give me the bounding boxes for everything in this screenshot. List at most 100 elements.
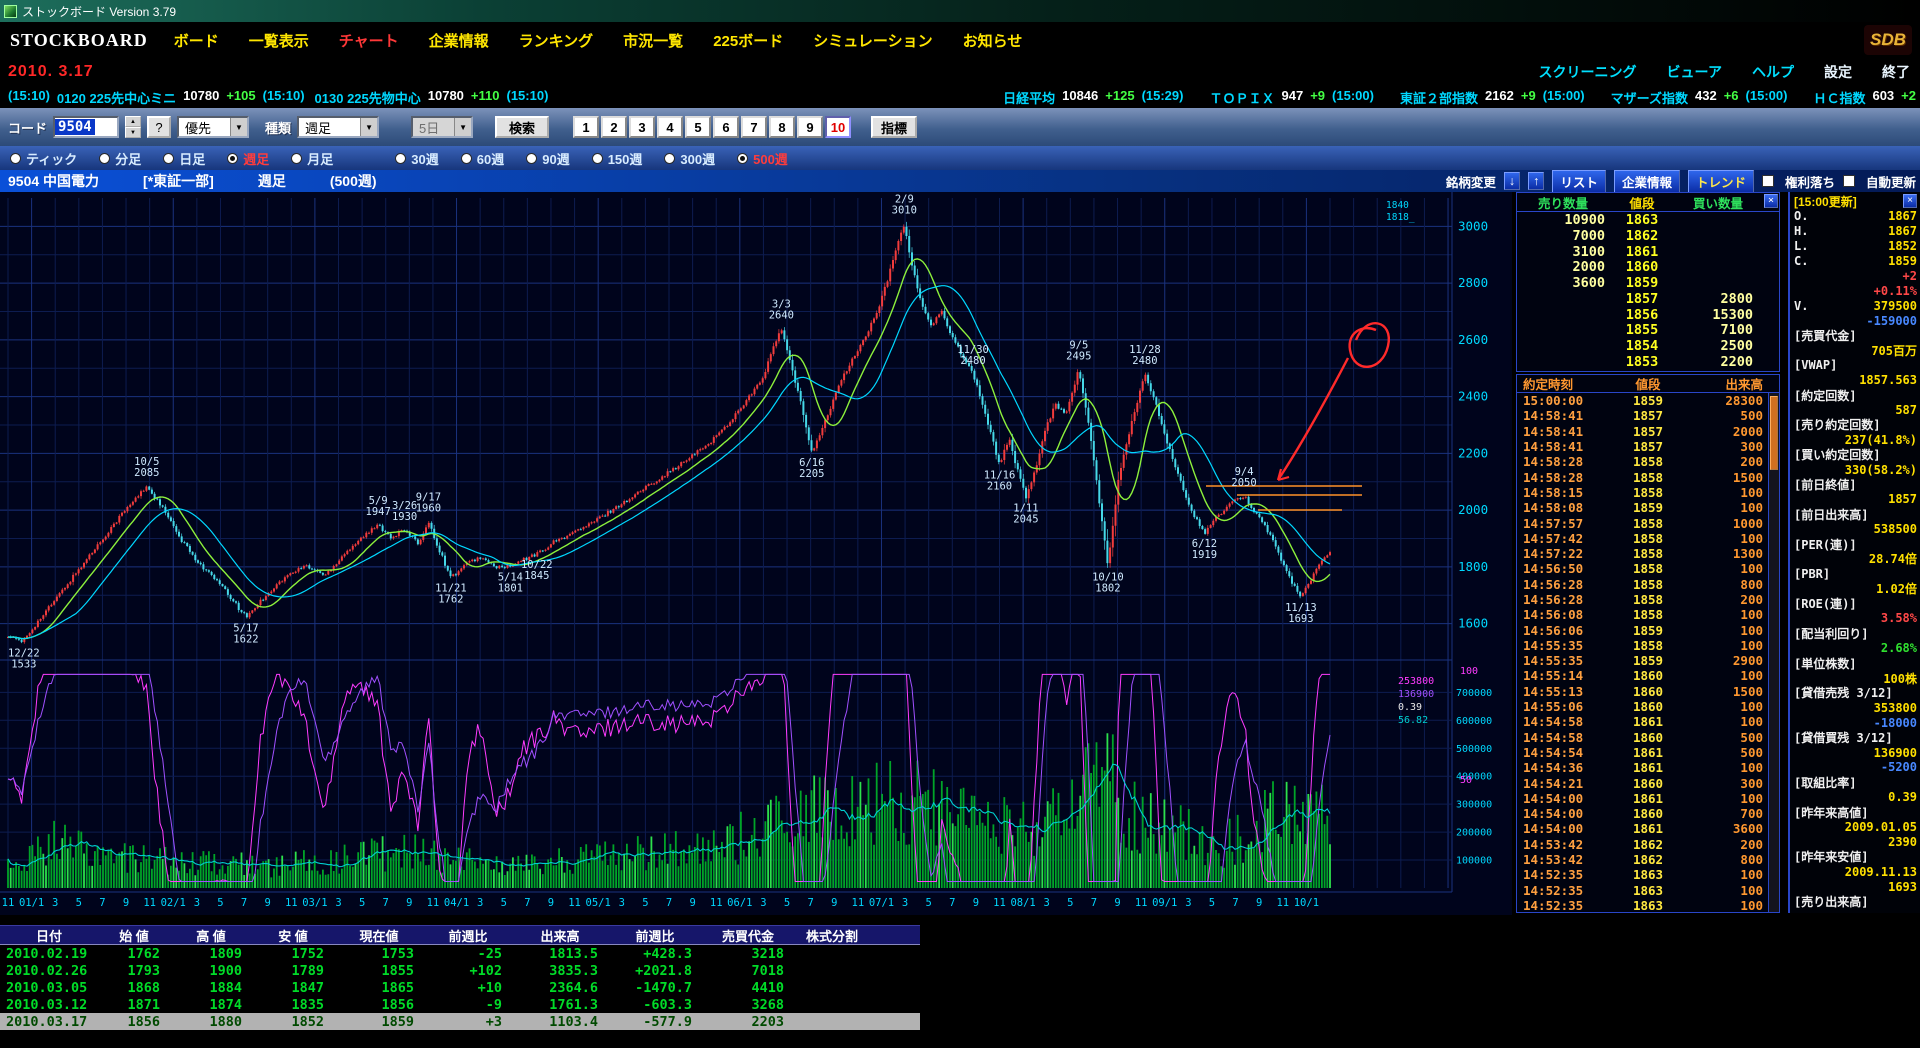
- info-value: 587: [1895, 403, 1917, 417]
- menu-item-225ボード[interactable]: 225ボード: [713, 30, 783, 51]
- table-row[interactable]: 2010.03.171856188018521859+31103.4-577.9…: [0, 1013, 920, 1030]
- link-スクリーニング[interactable]: スクリーニング: [1539, 62, 1637, 82]
- ask-row[interactable]: 36001859: [1517, 275, 1779, 291]
- svg-text:3010: 3010: [892, 205, 917, 217]
- period-option-月足[interactable]: 月足: [291, 149, 333, 168]
- info-label: [VWAP]: [1794, 358, 1837, 372]
- svg-text:10/1: 10/1: [1294, 897, 1319, 909]
- page-button-8[interactable]: 8: [769, 116, 795, 138]
- close-icon[interactable]: ×: [1764, 194, 1778, 208]
- period-option-60週[interactable]: 60週: [461, 149, 504, 168]
- table-row[interactable]: 2010.03.051868188418471865+102364.6-1470…: [0, 979, 920, 996]
- table-row[interactable]: 2010.02.191762180917521753-251813.5+428.…: [0, 945, 920, 962]
- trade-volume: 2900: [1683, 653, 1763, 668]
- period-option-150週[interactable]: 150週: [592, 149, 643, 168]
- svg-text:2480: 2480: [960, 355, 985, 367]
- close-icon[interactable]: ×: [1903, 194, 1917, 208]
- table-row[interactable]: 2010.03.121871187418351856-91761.3-603.3…: [0, 996, 920, 1013]
- period-option-300週[interactable]: 300週: [664, 149, 715, 168]
- link-ビューア[interactable]: ビューア: [1667, 62, 1722, 82]
- time-sales-scrollbar[interactable]: [1768, 393, 1779, 912]
- scrollbar-thumb[interactable]: [1770, 396, 1778, 470]
- order-book-rows: 1090018637000186231001861200018603600185…: [1517, 212, 1779, 370]
- ask-row[interactable]: 109001863: [1517, 212, 1779, 228]
- period-option-週足[interactable]: 週足: [227, 149, 269, 168]
- period-option-ティック[interactable]: ティック: [10, 149, 77, 168]
- svg-text:11: 11: [852, 897, 865, 909]
- ask-quantity: 3100: [1517, 244, 1609, 260]
- trade-price: 1858: [1613, 470, 1683, 485]
- chevron-down-icon: ▼: [230, 118, 247, 136]
- chart-area[interactable]: 12/22153310/520855/1716225/919473/261930…: [0, 192, 1512, 915]
- page-button-5[interactable]: 5: [685, 116, 711, 138]
- bid-row[interactable]: 18532200: [1517, 354, 1779, 370]
- priority-select[interactable]: 優先 ▼: [177, 116, 249, 138]
- table-row[interactable]: 2010.02.261793190017891855+1023835.3+202…: [0, 962, 920, 979]
- info-row: 1693: [1794, 879, 1917, 894]
- menu-item-企業情報[interactable]: 企業情報: [429, 30, 489, 51]
- page-button-1[interactable]: 1: [573, 116, 599, 138]
- link-ヘルプ[interactable]: ヘルプ: [1752, 62, 1794, 82]
- code-input[interactable]: 9504: [53, 116, 119, 138]
- period-option-分足[interactable]: 分足: [99, 149, 141, 168]
- trade-price: 1860: [1613, 730, 1683, 745]
- code-spinner[interactable]: ▲▼: [125, 116, 141, 138]
- page-button-4[interactable]: 4: [657, 116, 683, 138]
- svg-text:3000: 3000: [1458, 218, 1488, 233]
- day-select[interactable]: 5日 ▼: [411, 116, 473, 138]
- candlestick-chart[interactable]: 12/22153310/520855/1716225/919473/261930…: [0, 192, 1512, 915]
- bid-quantity: 2500: [1675, 338, 1761, 354]
- action-設定[interactable]: 設定: [1824, 62, 1852, 82]
- table-cell: 1761.3: [512, 997, 608, 1013]
- page-button-9[interactable]: 9: [797, 116, 823, 138]
- chevron-down-icon: ▼: [360, 118, 377, 136]
- menu-item-お知らせ[interactable]: お知らせ: [963, 30, 1023, 51]
- indicator-button[interactable]: 指標: [871, 116, 917, 138]
- page-button-10[interactable]: 10: [825, 116, 851, 138]
- menu-item-市況一覧[interactable]: 市況一覧: [623, 30, 683, 51]
- bid-row[interactable]: 18542500: [1517, 338, 1779, 354]
- menu-item-ボード[interactable]: ボード: [174, 30, 219, 51]
- search-button[interactable]: 検索: [495, 116, 549, 138]
- trade-row: 14:56:081858100: [1517, 607, 1779, 622]
- menu-item-ランキング[interactable]: ランキング: [519, 30, 594, 51]
- period-option-日足[interactable]: 日足: [163, 149, 205, 168]
- period-option-90週[interactable]: 90週: [526, 149, 569, 168]
- ask-row[interactable]: 31001861: [1517, 244, 1779, 260]
- page-button-7[interactable]: 7: [741, 116, 767, 138]
- table-cell: 2010.03.12: [0, 997, 98, 1013]
- bid-row[interactable]: 18572800: [1517, 291, 1779, 307]
- page-button-3[interactable]: 3: [629, 116, 655, 138]
- action-終了[interactable]: 終了: [1882, 62, 1910, 82]
- menu-item-一覧表示[interactable]: 一覧表示: [249, 30, 309, 51]
- svg-text:01/1: 01/1: [19, 897, 44, 909]
- type-select[interactable]: 週足 ▼: [297, 116, 379, 138]
- svg-text:11: 11: [143, 897, 156, 909]
- info-row: 2.68%: [1794, 641, 1917, 656]
- ask-row[interactable]: 70001862: [1517, 228, 1779, 244]
- page-button-2[interactable]: 2: [601, 116, 627, 138]
- page-button-6[interactable]: 6: [713, 116, 739, 138]
- trend-button[interactable]: トレンド: [1688, 170, 1754, 193]
- svg-text:3: 3: [1185, 897, 1191, 909]
- bid-row[interactable]: 18557100: [1517, 323, 1779, 339]
- rights-checkbox[interactable]: [1762, 175, 1774, 187]
- svg-text:600000: 600000: [1456, 716, 1492, 727]
- menu-item-チャート[interactable]: チャート: [339, 30, 399, 51]
- list-button[interactable]: リスト: [1552, 170, 1606, 193]
- period-option-500週[interactable]: 500週: [737, 149, 788, 168]
- auto-update-checkbox[interactable]: [1843, 175, 1855, 187]
- bid-row[interactable]: 185615300: [1517, 307, 1779, 323]
- trade-volume: 100: [1683, 607, 1763, 622]
- table-cell: +10: [424, 980, 512, 996]
- symbol-down-button[interactable]: ↓: [1504, 172, 1520, 190]
- table-cell: 2364.6: [512, 980, 608, 996]
- svg-text:7: 7: [807, 897, 813, 909]
- period-option-30週[interactable]: 30週: [395, 149, 438, 168]
- symbol-up-button[interactable]: ↑: [1528, 172, 1544, 190]
- company-info-button[interactable]: 企業情報: [1614, 170, 1680, 193]
- ticker-item: マザーズ指数432+6(15:00): [1611, 88, 1788, 107]
- ask-row[interactable]: 20001860: [1517, 259, 1779, 275]
- menu-item-シミュレーション[interactable]: シミュレーション: [813, 30, 932, 51]
- help-button[interactable]: ?: [147, 116, 171, 138]
